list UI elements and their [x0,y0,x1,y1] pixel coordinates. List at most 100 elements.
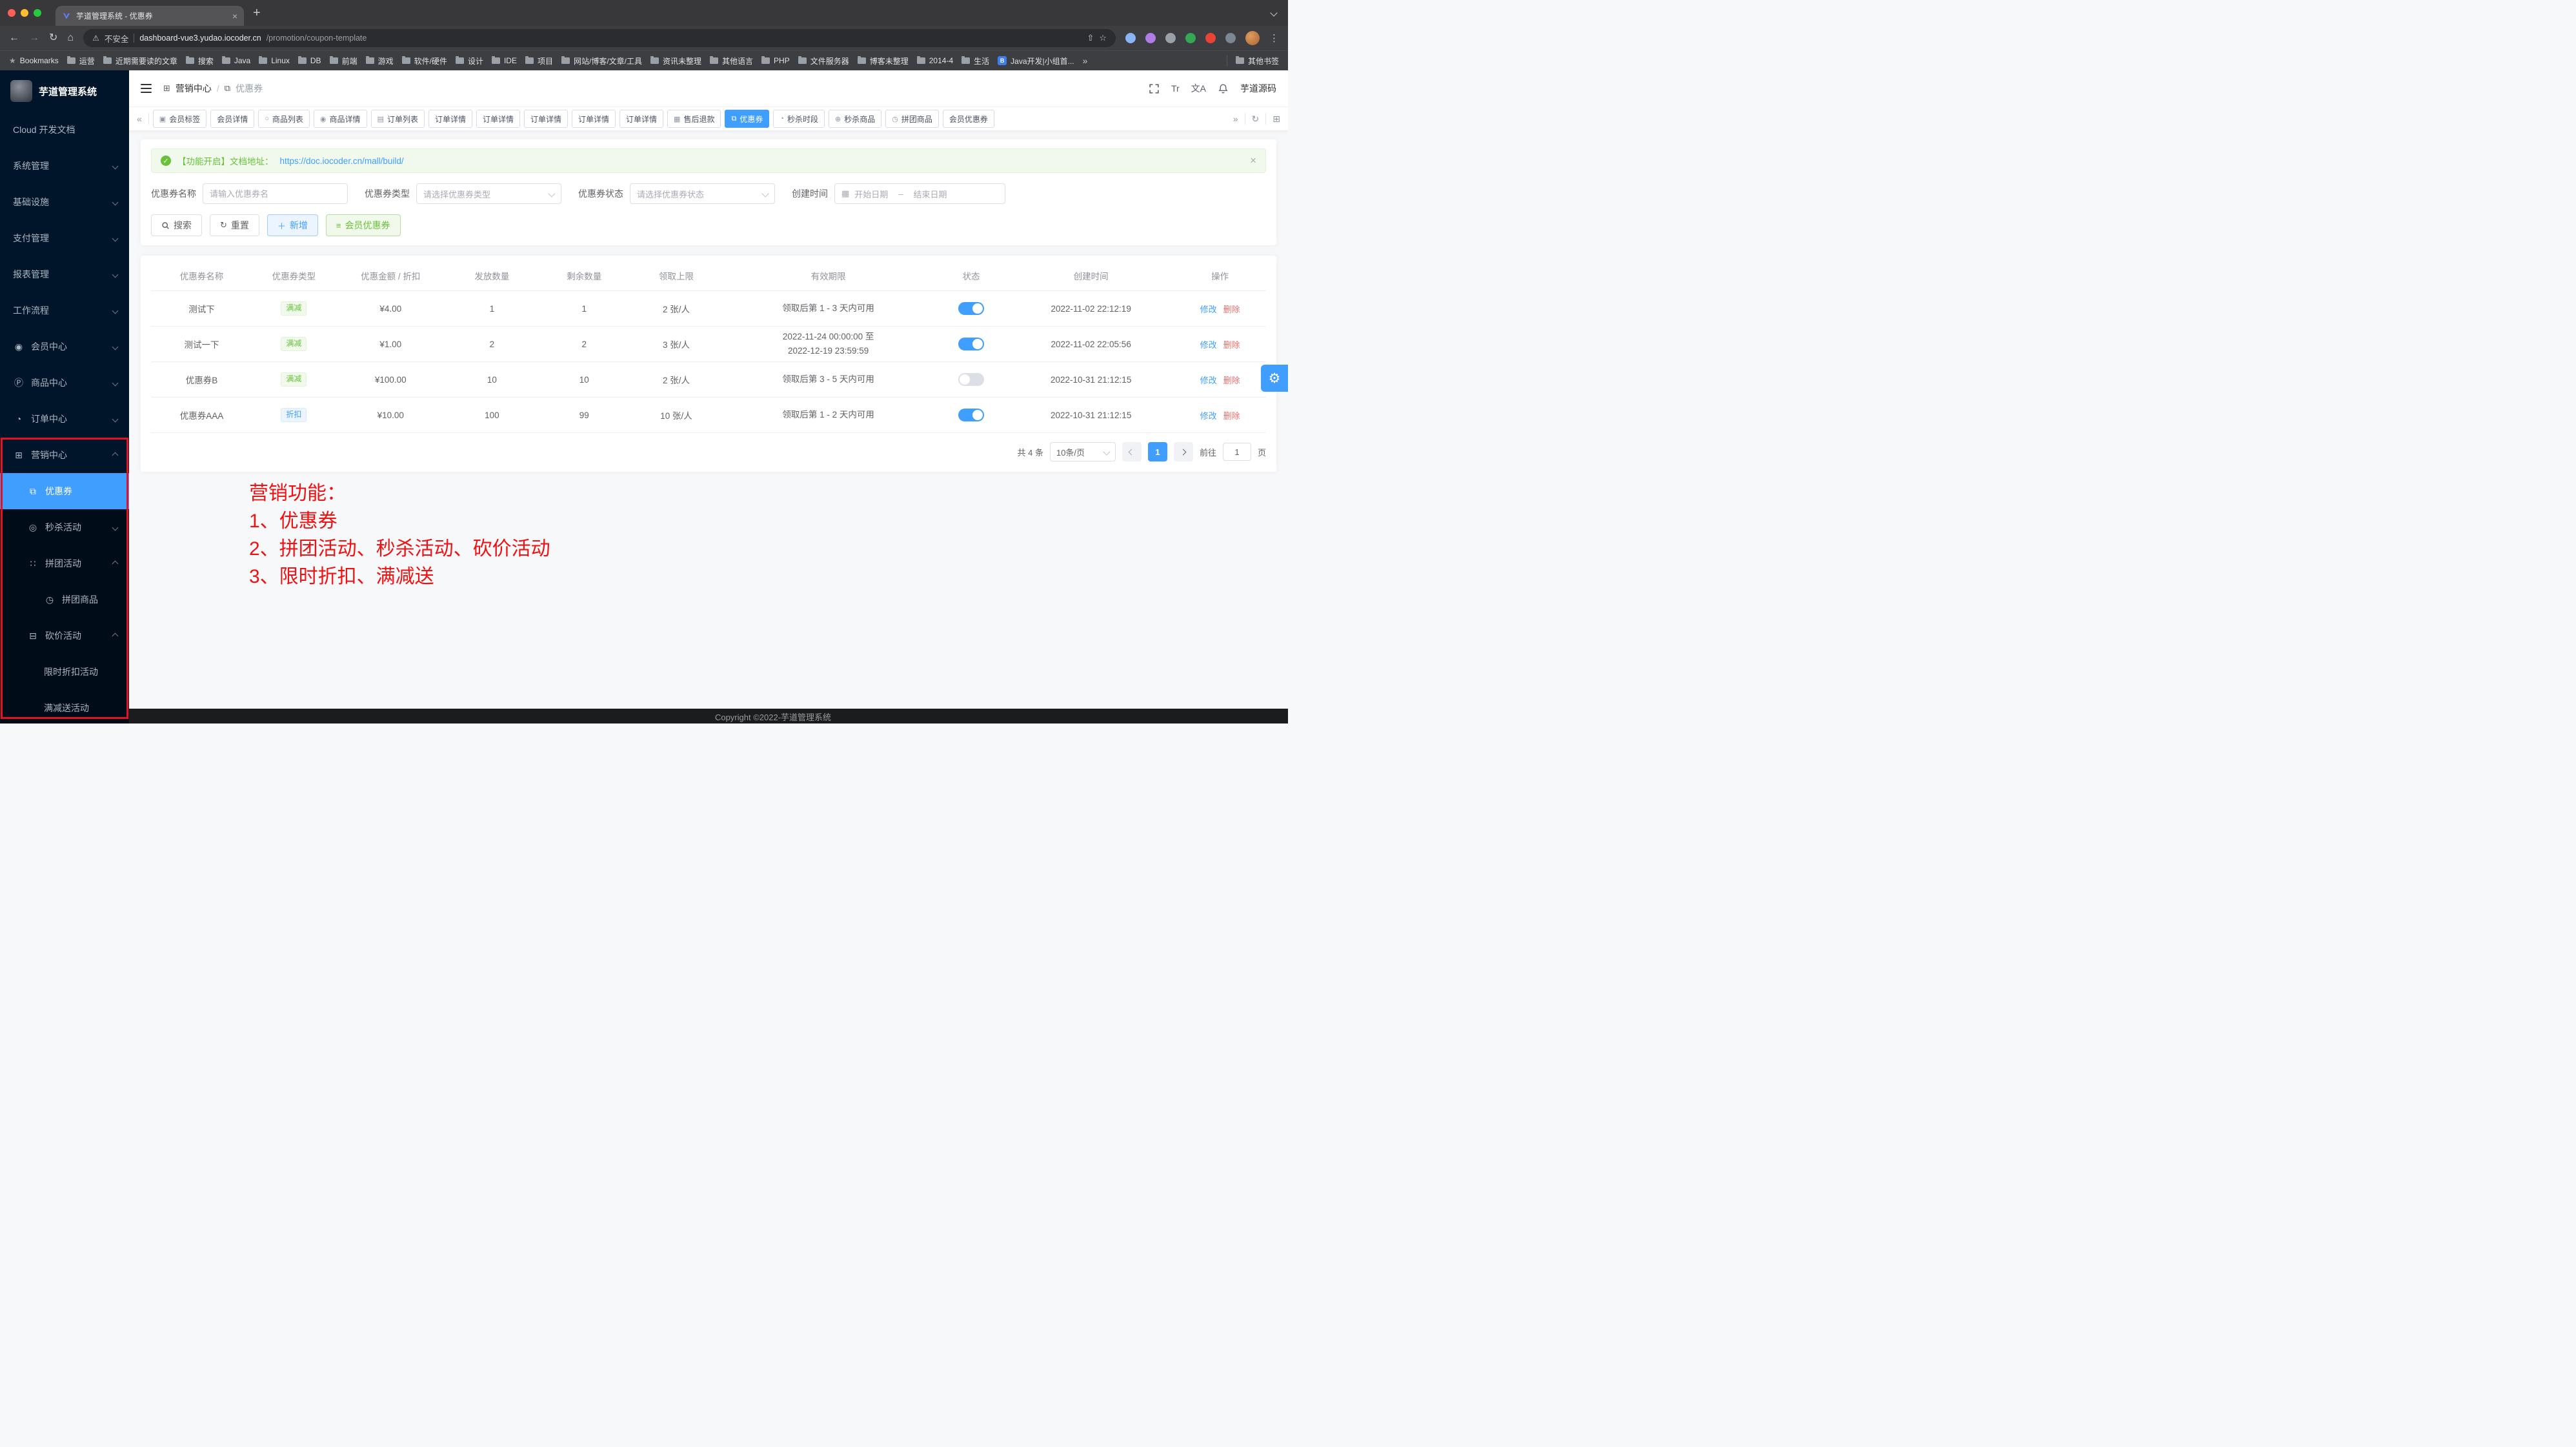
refresh-icon[interactable]: ↻ [1249,114,1262,125]
edit-link[interactable]: 修改 [1200,374,1217,386]
sidebar-item-coupon[interactable]: ⧉ 优惠券 [0,473,129,509]
bookmarks-root[interactable]: ★Bookmarks [9,56,59,65]
bookmark-item[interactable]: 设计 [456,56,483,66]
puzzle-extension-icon[interactable] [1225,33,1236,43]
close-tab-icon[interactable]: × [232,11,237,21]
zoom-window-button[interactable] [34,9,41,17]
goto-page-input[interactable] [1223,443,1251,461]
sidebar-item-report[interactable]: 报表管理 [0,256,129,292]
other-bookmarks[interactable]: 其他书签 [1227,56,1279,66]
translate-icon[interactable]: 文A [1191,82,1206,95]
extension-icon[interactable] [1125,33,1136,43]
status-toggle[interactable] [958,373,984,386]
forward-button[interactable]: → [29,33,39,43]
extension-icon[interactable] [1205,33,1216,43]
share-icon[interactable]: ⇧ [1087,33,1094,43]
edit-link[interactable]: 修改 [1200,303,1217,315]
tab-order-detail-5[interactable]: 订单详情 [619,110,663,128]
status-toggle[interactable] [958,409,984,421]
reset-button[interactable]: ↻ 重置 [210,214,259,236]
minimize-window-button[interactable] [21,9,28,17]
scroll-left-icon[interactable]: « [134,114,145,124]
delete-link[interactable]: 删除 [1223,338,1240,350]
bookmark-item[interactable]: IDE [492,56,517,65]
delete-link[interactable]: 删除 [1223,409,1240,421]
sidebar-item-time-discount[interactable]: 限时折扣活动 [0,654,129,690]
coupon-status-select[interactable]: 请选择优惠券状态 [630,183,775,204]
hamburger-icon[interactable] [141,84,152,93]
reload-button[interactable]: ↻ [49,33,57,43]
coupon-name-input[interactable] [203,183,348,204]
member-coupon-button[interactable]: ≡ 会员优惠券 [326,214,401,236]
extension-icon[interactable] [1145,33,1156,43]
tab-search-chevron-icon[interactable] [1270,9,1277,16]
settings-gear-button[interactable]: ⚙ [1261,365,1288,392]
close-icon[interactable]: × [1250,154,1256,167]
banner-link[interactable]: https://doc.iocoder.cn/mall/build/ [280,156,404,166]
tab-member-coupon[interactable]: 会员优惠券 [943,110,994,128]
back-button[interactable]: ← [9,33,19,43]
sidebar-item-product-center[interactable]: Ⓟ 商品中心 [0,365,129,401]
tab-member-detail[interactable]: 会员详情 [210,110,254,128]
scroll-right-icon[interactable]: » [1231,114,1241,124]
status-toggle[interactable] [958,302,984,315]
tab-seckill-product[interactable]: ⊕秒杀商品 [829,110,881,128]
username[interactable]: 芋道源码 [1240,82,1276,95]
bell-icon[interactable] [1218,83,1229,94]
sidebar-item-bargain[interactable]: ⊟ 砍价活动 [0,618,129,654]
bookmark-item[interactable]: 游戏 [366,56,394,66]
sidebar-item-order-center[interactable]: ◔ 订单中心 [0,401,129,437]
sidebar-item-workflow[interactable]: 工作流程 [0,292,129,329]
sidebar-item-cloud-docs[interactable]: Cloud 开发文档 [0,112,129,148]
sidebar-item-member-center[interactable]: ◉ 会员中心 [0,329,129,365]
extension-icon[interactable] [1185,33,1196,43]
fullscreen-icon[interactable] [1149,83,1160,94]
current-page-button[interactable]: 1 [1148,442,1167,461]
sidebar-item-groupbuy[interactable]: ∷ 拼团活动 [0,545,129,582]
bookmark-item-special[interactable]: BJava开发|小组首... [998,56,1074,66]
delete-link[interactable]: 删除 [1223,374,1240,386]
tab-order-detail-4[interactable]: 订单详情 [572,110,616,128]
logo[interactable]: 芋道管理系统 [0,70,129,112]
bookmark-item[interactable]: Java [222,56,250,65]
bookmark-star-icon[interactable]: ☆ [1099,33,1107,43]
tab-groupbuy-product[interactable]: ◷拼团商品 [885,110,939,128]
status-toggle[interactable] [958,338,984,350]
edit-link[interactable]: 修改 [1200,338,1217,350]
sidebar-item-infrastructure[interactable]: 基础设施 [0,184,129,220]
bookmark-item[interactable]: PHP [761,56,790,65]
tab-order-detail-3[interactable]: 订单详情 [524,110,568,128]
tab-member-label[interactable]: ▣会员标签 [153,110,206,128]
close-window-button[interactable] [8,9,15,17]
bookmark-item[interactable]: 网站/博客/文章/工具 [561,56,642,66]
sidebar-item-payment[interactable]: 支付管理 [0,220,129,256]
add-button[interactable]: ＋ 新增 [267,214,318,236]
tab-order-detail-2[interactable]: 订单详情 [476,110,520,128]
date-range-picker[interactable]: ▦ 开始日期 – 结束日期 [834,183,1005,204]
bookmarks-overflow-chevron[interactable]: » [1083,56,1088,66]
sidebar-item-marketing-center[interactable]: ⊞ 营销中心 [0,437,129,473]
sidebar-item-groupbuy-product[interactable]: ◷ 拼团商品 [0,582,129,618]
edit-link[interactable]: 修改 [1200,409,1217,421]
profile-avatar[interactable] [1245,31,1260,45]
bookmark-item[interactable]: 其他语言 [710,56,753,66]
layout-grid-icon[interactable]: ⊞ [1270,114,1283,125]
prev-page-button[interactable] [1122,442,1142,461]
bookmark-item[interactable]: 近期需要读的文章 [103,56,177,66]
bookmark-item[interactable]: 前端 [330,56,357,66]
extension-icon[interactable] [1165,33,1176,43]
sidebar-item-seckill[interactable]: ◎ 秒杀活动 [0,509,129,545]
font-size-icon[interactable]: Tr [1171,83,1180,94]
tab-after-sale-refund[interactable]: ▦售后退款 [667,110,721,128]
sidebar-item-system[interactable]: 系统管理 [0,148,129,184]
bookmark-item[interactable]: DB [298,56,321,65]
next-page-button[interactable] [1174,442,1193,461]
search-button[interactable]: 搜索 [151,214,202,236]
home-button[interactable]: ⌂ [67,33,74,43]
bookmark-item[interactable]: 项目 [525,56,553,66]
address-bar[interactable]: ⚠ 不安全 dashboard-vue3.yudao.iocoder.cn/pr… [83,29,1116,47]
sidebar-item-full-reduction[interactable]: 满减送活动 [0,690,129,724]
tab-product-list[interactable]: ○商品列表 [258,110,310,128]
bookmark-item[interactable]: 资讯未整理 [650,56,701,66]
bookmark-item[interactable]: 博客未整理 [858,56,909,66]
